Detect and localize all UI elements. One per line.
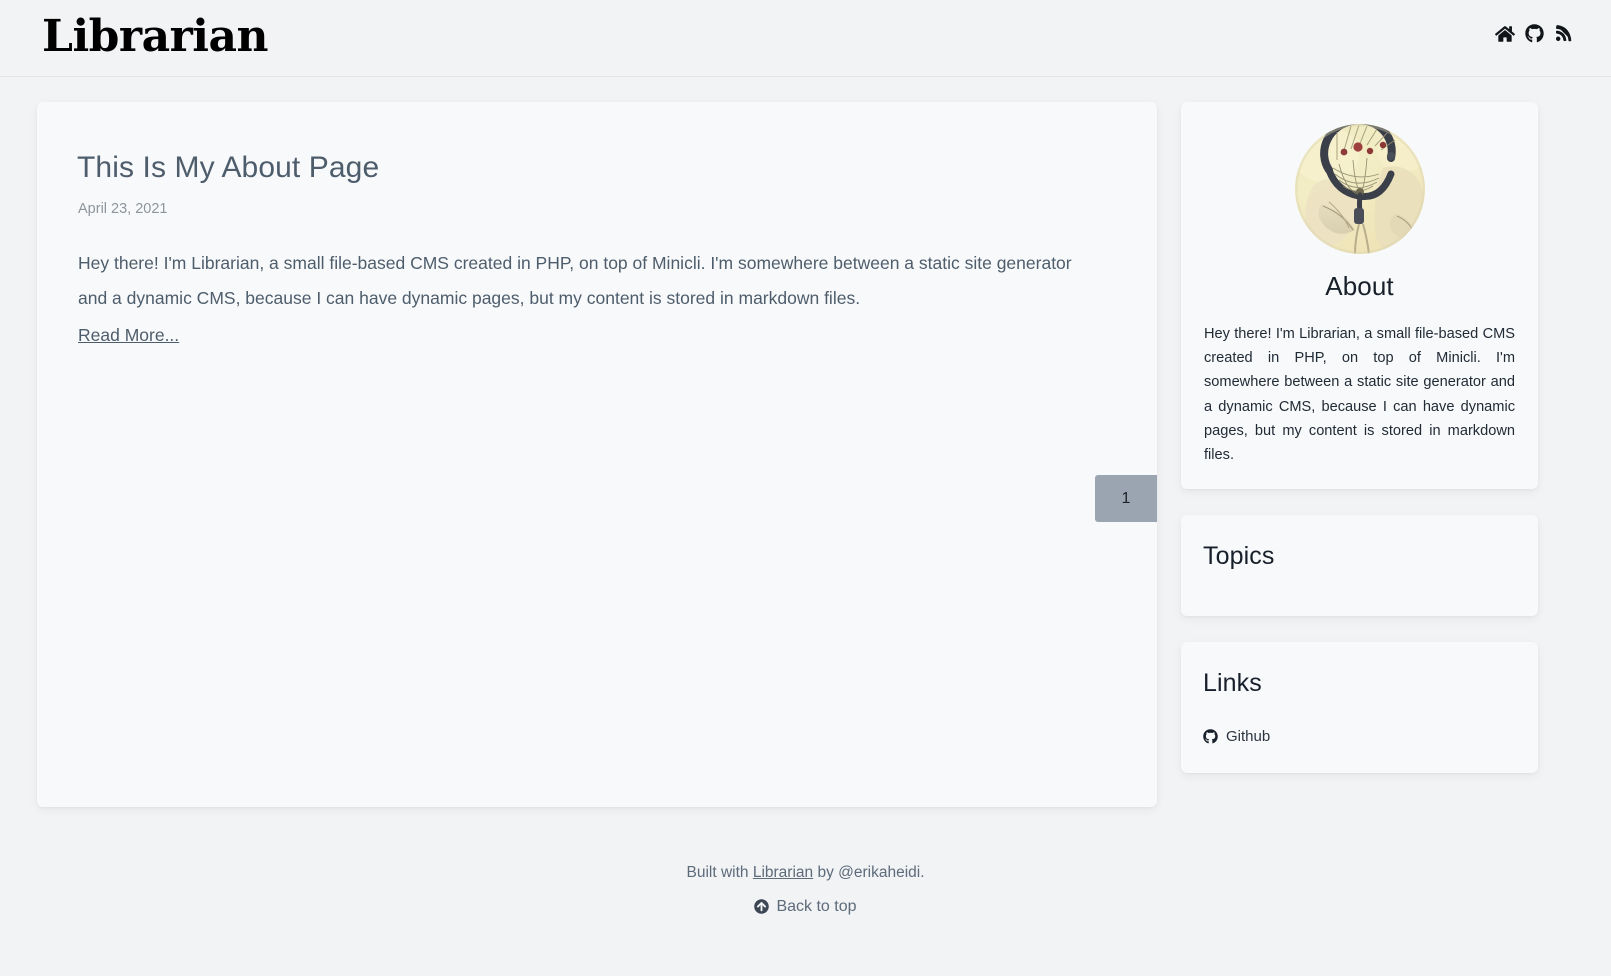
pagination-page-1[interactable]: 1 xyxy=(1095,475,1157,522)
links-title: Links xyxy=(1203,669,1262,698)
post-card: This Is My About Page April 23, 2021 Hey… xyxy=(37,102,1157,807)
about-text: Hey there! I'm Librarian, a small file-b… xyxy=(1204,326,1515,464)
dreamcatcher-photo xyxy=(1294,124,1425,254)
site-footer: Built with Librarian by @erikaheidi. Bac… xyxy=(0,864,1611,919)
github-icon-glyph xyxy=(1203,729,1218,744)
arrow-up-circle-icon-glyph xyxy=(754,898,770,914)
post-excerpt: Hey there! I'm Librarian, a small file-b… xyxy=(78,246,1098,354)
links-card: Links Github xyxy=(1181,642,1538,774)
topics-title: Topics xyxy=(1203,542,1275,571)
link-item-label: Github xyxy=(1226,728,1271,746)
pagination: 1 xyxy=(1095,475,1157,522)
arrow-up-circle-icon xyxy=(754,898,770,914)
site-logo[interactable]: Librarian xyxy=(42,15,269,59)
home-icon[interactable] xyxy=(1495,24,1515,44)
back-to-top-link[interactable]: Back to top xyxy=(754,897,857,916)
link-item-github[interactable]: Github xyxy=(1203,728,1518,745)
github-icon-glyph xyxy=(1524,24,1544,43)
post-excerpt-text: Hey there! I'm Librarian, a small file-b… xyxy=(78,252,1072,308)
github-icon[interactable] xyxy=(1524,24,1544,44)
github-icon xyxy=(1203,729,1218,744)
page-title: This Is My About Page xyxy=(77,151,380,184)
avatar-wrap xyxy=(1201,124,1518,254)
rss-icon-glyph xyxy=(1555,25,1571,42)
about-card: About Hey there! I'm Librarian, a small … xyxy=(1181,102,1538,490)
page-container: This Is My About Page April 23, 2021 Hey… xyxy=(0,77,1611,807)
home-icon-glyph xyxy=(1495,25,1515,42)
footer-credit-suffix: by @erikaheidi. xyxy=(813,864,925,881)
footer-credit: Built with Librarian by @erikaheidi. xyxy=(0,864,1611,883)
header-nav xyxy=(1495,24,1573,44)
back-to-top-label: Back to top xyxy=(776,897,857,915)
main-content: This Is My About Page April 23, 2021 Hey… xyxy=(37,102,1157,807)
site-header: Librarian xyxy=(0,0,1611,77)
topics-card: Topics xyxy=(1181,515,1538,617)
read-more-link[interactable]: Read More... xyxy=(78,318,179,353)
about-title: About xyxy=(1325,271,1394,301)
avatar xyxy=(1294,124,1425,254)
footer-librarian-link[interactable]: Librarian xyxy=(753,864,813,881)
footer-credit-prefix: Built with xyxy=(686,864,753,881)
post-date: April 23, 2021 xyxy=(78,200,168,217)
sidebar: About Hey there! I'm Librarian, a small … xyxy=(1181,102,1538,799)
rss-icon[interactable] xyxy=(1553,24,1573,44)
